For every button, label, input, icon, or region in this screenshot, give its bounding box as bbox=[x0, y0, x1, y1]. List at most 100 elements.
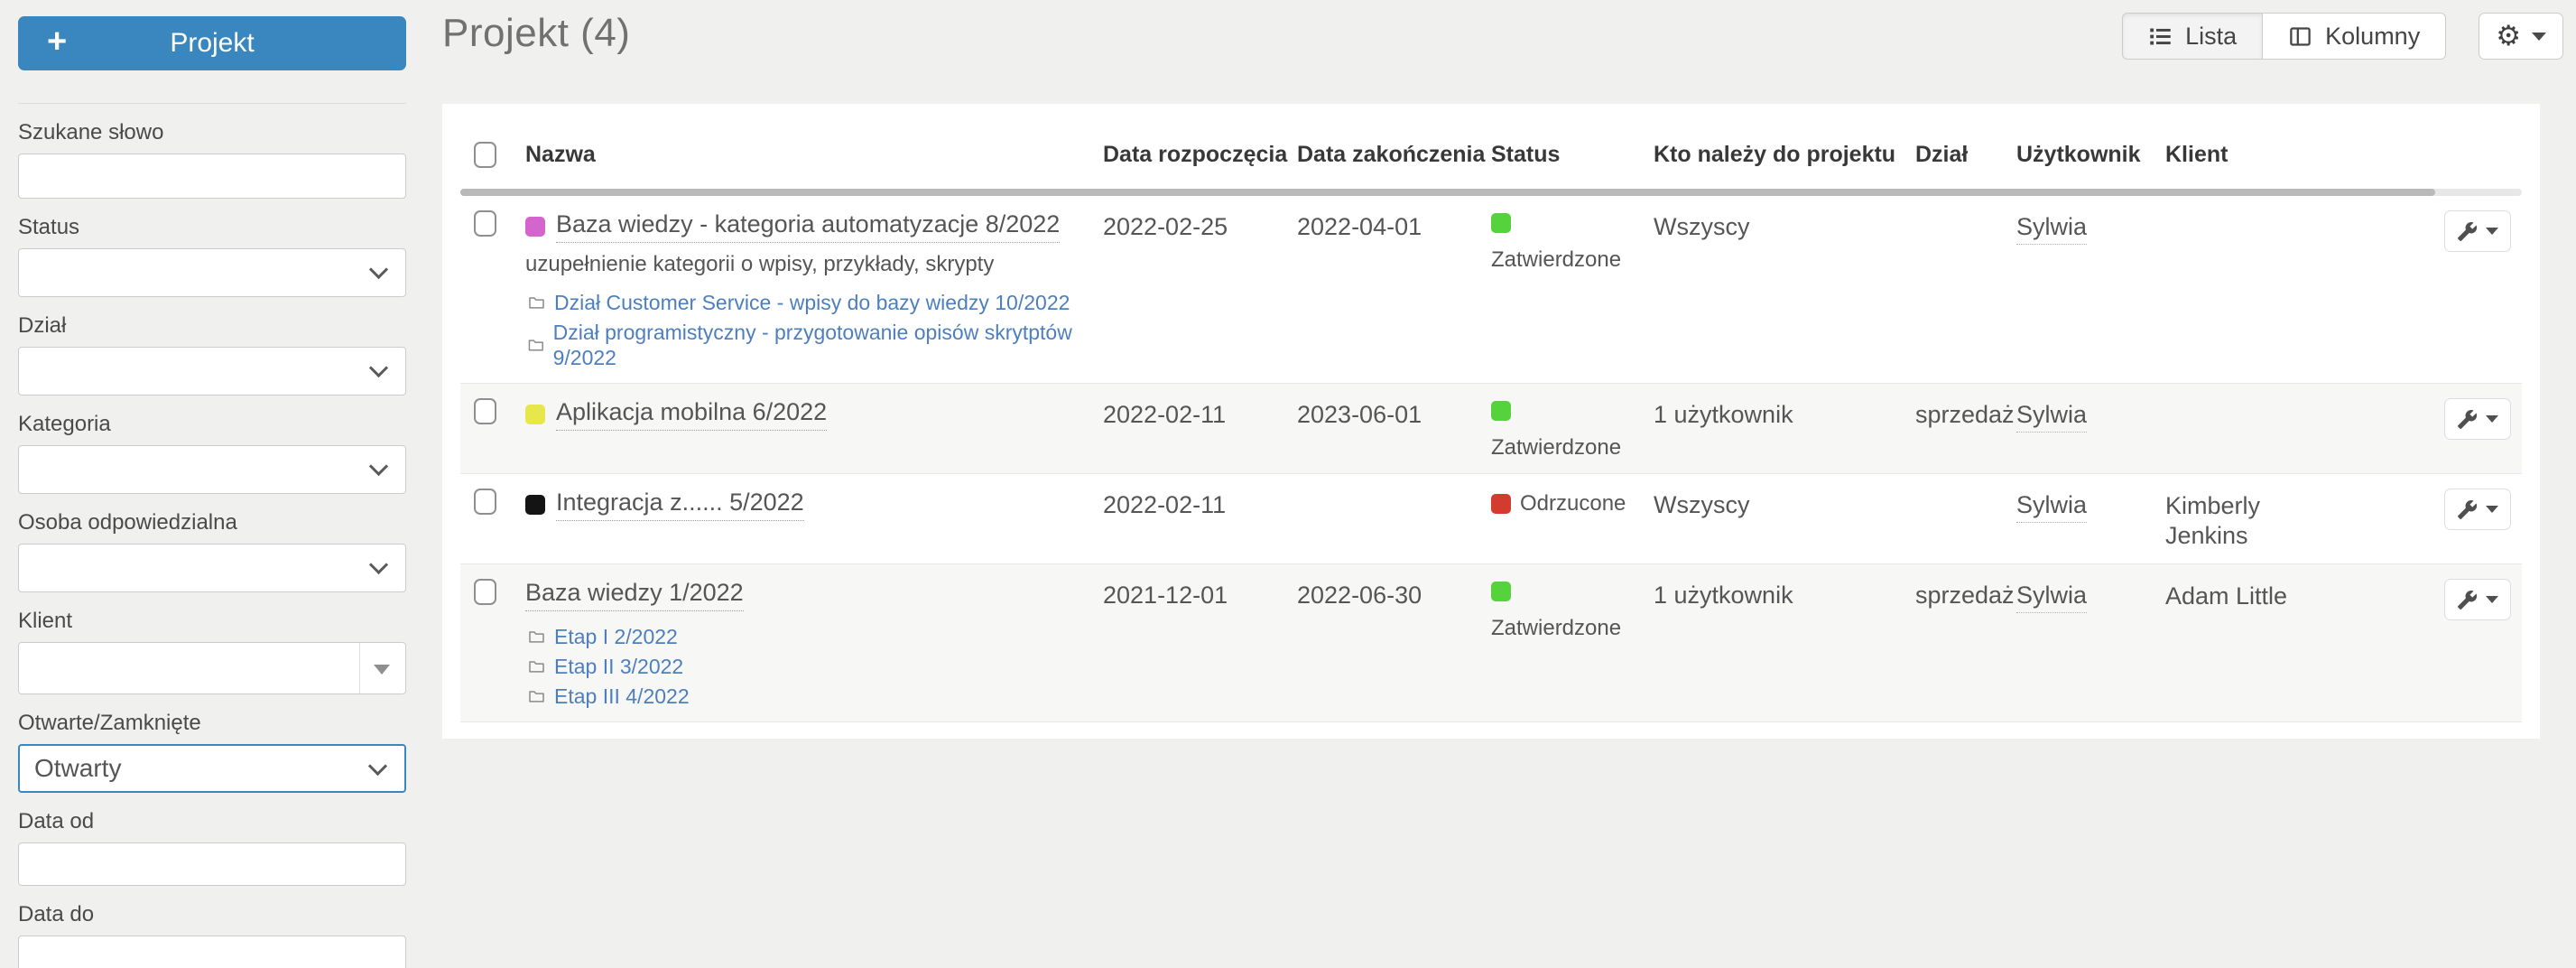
otwarte-zamkniete-label: Otwarte/Zamknięte bbox=[18, 711, 201, 735]
otwarte-zamkniete-select[interactable]: Otwarty bbox=[18, 744, 406, 793]
row-checkbox[interactable] bbox=[474, 489, 496, 515]
row-checkbox[interactable] bbox=[474, 579, 496, 605]
start-date: 2021-12-01 bbox=[1103, 582, 1228, 609]
osoba-odpowiedzialna-label: Osoba odpowiedzialna bbox=[18, 510, 237, 535]
caret-down-icon bbox=[2486, 415, 2498, 423]
project-department bbox=[1915, 210, 2016, 213]
gear-icon: ⚙ bbox=[2496, 19, 2521, 52]
subproject-link[interactable]: Etap II 3/2022 bbox=[554, 654, 683, 679]
dzial-select[interactable] bbox=[18, 347, 406, 396]
table-row: Baza wiedzy - kategoria automatyzacje 8/… bbox=[460, 196, 2522, 384]
project-name-link[interactable]: Aplikacja mobilna 6/2022 bbox=[556, 398, 828, 431]
combo-divider bbox=[359, 643, 360, 693]
project-client bbox=[2165, 398, 2346, 401]
filter-sidebar: + Projekt Szukane słowo Status Dział Kat… bbox=[0, 0, 424, 968]
caret-down-icon bbox=[2532, 32, 2546, 41]
status-cell: Odrzucone bbox=[1491, 489, 1654, 517]
main-content: Projekt (4) Lista Kolumny ⚙ Nazwa Data r… bbox=[424, 0, 2576, 968]
projects-table: Nazwa Data rozpoczęcia Data zakończenia … bbox=[442, 104, 2540, 739]
subproject-link[interactable]: Etap I 2/2022 bbox=[554, 624, 678, 649]
klient-label: Klient bbox=[18, 609, 73, 633]
project-client bbox=[2165, 210, 2346, 213]
row-actions-button[interactable] bbox=[2444, 210, 2511, 252]
status-label: Odrzucone bbox=[1520, 491, 1626, 516]
folder-icon bbox=[529, 297, 544, 309]
new-project-button[interactable]: + Projekt bbox=[18, 16, 406, 70]
row-actions-button[interactable] bbox=[2444, 489, 2511, 530]
project-color-swatch bbox=[525, 405, 545, 424]
project-user[interactable]: Sylwia bbox=[2016, 213, 2088, 245]
folder-icon bbox=[529, 691, 544, 703]
view-columns-label: Kolumny bbox=[2325, 22, 2421, 50]
table-row: Baza wiedzy 1/2022 Etap I 2/2022 Etap II… bbox=[460, 564, 2522, 722]
folder-icon bbox=[529, 661, 544, 673]
row-actions-button[interactable] bbox=[2444, 579, 2511, 620]
project-description: uzupełnienie kategorii o wpisy, przykład… bbox=[525, 252, 995, 276]
project-client: Adam Little bbox=[2165, 582, 2288, 610]
scrollbar-thumb[interactable] bbox=[460, 189, 2436, 196]
project-user[interactable]: Sylwia bbox=[2016, 491, 2088, 523]
caret-down-icon bbox=[2486, 506, 2498, 513]
table-row: Integracja z...... 5/2022 2022-02-11 Odr… bbox=[460, 474, 2522, 564]
kategoria-label: Kategoria bbox=[18, 412, 111, 436]
kategoria-select[interactable] bbox=[18, 445, 406, 494]
view-columns-button[interactable]: Kolumny bbox=[2262, 13, 2447, 60]
status-cell: Zatwierdzone bbox=[1491, 398, 1654, 461]
folder-icon bbox=[529, 631, 544, 643]
list-icon bbox=[2150, 28, 2171, 44]
project-user[interactable]: Sylwia bbox=[2016, 582, 2088, 613]
start-date: 2022-02-25 bbox=[1103, 213, 1228, 240]
data-do-label: Data do bbox=[18, 902, 95, 926]
project-name-link[interactable]: Integracja z...... 5/2022 bbox=[556, 489, 804, 521]
data-od-label: Data od bbox=[18, 809, 95, 833]
data-do-input[interactable] bbox=[18, 935, 406, 968]
wrench-icon bbox=[2457, 499, 2478, 519]
row-actions-button[interactable] bbox=[2444, 398, 2511, 440]
sidebar-divider bbox=[18, 103, 406, 104]
project-members: 1 użytkownik bbox=[1654, 401, 1793, 428]
wrench-icon bbox=[2457, 221, 2478, 241]
status-cell: Zatwierdzone bbox=[1491, 210, 1654, 273]
chevron-down-icon bbox=[368, 456, 389, 477]
klient-combobox[interactable] bbox=[18, 642, 406, 694]
status-select[interactable] bbox=[18, 248, 406, 297]
end-date: 2022-04-01 bbox=[1297, 213, 1422, 240]
wrench-icon bbox=[2457, 590, 2478, 610]
data-od-input[interactable] bbox=[18, 842, 406, 886]
settings-dropdown-button[interactable]: ⚙ bbox=[2479, 13, 2563, 60]
project-user[interactable]: Sylwia bbox=[2016, 401, 2088, 433]
status-label: Zatwierdzone bbox=[1491, 435, 1622, 460]
subproject-link[interactable]: Dział programistyczny - przygotowanie op… bbox=[553, 320, 1103, 370]
end-date: 2022-06-30 bbox=[1297, 582, 1422, 609]
status-label: Status bbox=[18, 215, 80, 239]
project-members: 1 użytkownik bbox=[1654, 582, 1793, 609]
status-indicator bbox=[1491, 213, 1511, 233]
status-indicator bbox=[1491, 401, 1511, 421]
osoba-odpowiedzialna-select[interactable] bbox=[18, 544, 406, 592]
status-label: Zatwierdzone bbox=[1491, 616, 1622, 640]
wrench-icon bbox=[2457, 409, 2478, 429]
status-indicator bbox=[1491, 582, 1511, 601]
project-name-link[interactable]: Baza wiedzy - kategoria automatyzacje 8/… bbox=[556, 210, 1061, 243]
table-row: Aplikacja mobilna 6/2022 2022-02-11 2023… bbox=[460, 384, 2522, 474]
keyword-input[interactable] bbox=[18, 154, 406, 199]
horizontal-scrollbar[interactable] bbox=[460, 189, 2522, 196]
status-cell: Zatwierdzone bbox=[1491, 579, 1654, 641]
start-date: 2022-02-11 bbox=[1103, 491, 1227, 518]
col-kto-nalezy: Kto należy do projektu bbox=[1654, 142, 1896, 167]
caret-down-icon bbox=[2486, 596, 2498, 603]
chevron-down-icon bbox=[368, 358, 389, 378]
row-checkbox[interactable] bbox=[474, 210, 496, 237]
col-uzytkownik: Użytkownik bbox=[2016, 142, 2141, 167]
select-all-checkbox[interactable] bbox=[474, 142, 496, 168]
row-checkbox[interactable] bbox=[474, 398, 496, 424]
subproject-link[interactable]: Dział Customer Service - wpisy do bazy w… bbox=[554, 290, 1070, 315]
subproject-link[interactable]: Etap III 4/2022 bbox=[554, 684, 690, 709]
project-name-link[interactable]: Baza wiedzy 1/2022 bbox=[525, 579, 744, 611]
table-header-row: Nazwa Data rozpoczęcia Data zakończenia … bbox=[460, 104, 2522, 189]
view-button-group: Lista Kolumny bbox=[2122, 13, 2447, 60]
topbar: Projekt (4) Lista Kolumny ⚙ bbox=[442, 0, 2563, 104]
keyword-label: Szukane słowo bbox=[18, 120, 164, 144]
view-list-button[interactable]: Lista bbox=[2122, 13, 2263, 60]
project-members: Wszyscy bbox=[1654, 491, 1750, 518]
